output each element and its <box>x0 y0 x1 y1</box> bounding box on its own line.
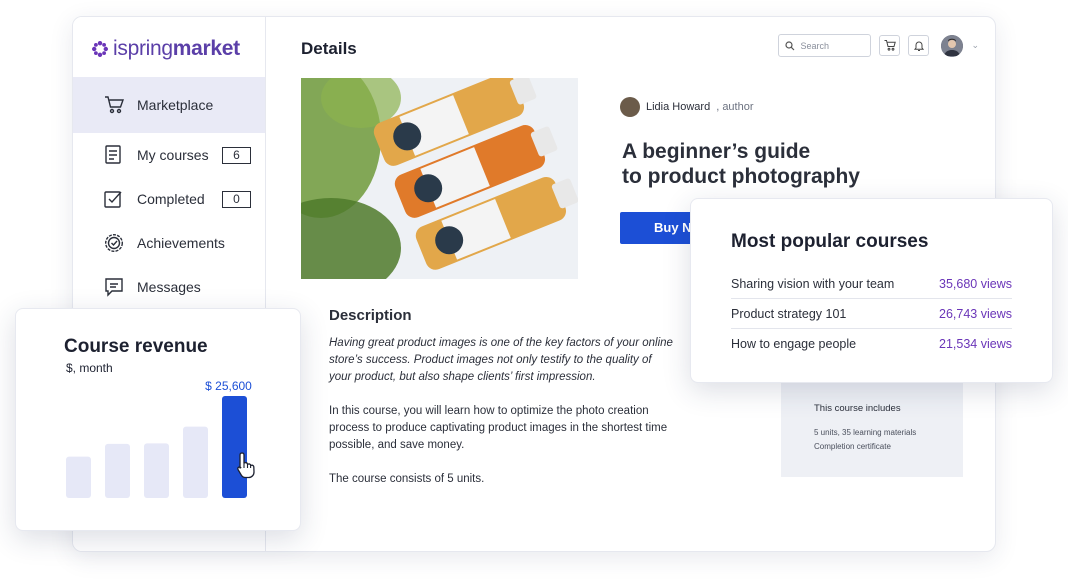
chart-bar[interactable] <box>105 443 130 498</box>
course-title: A beginner’s guide to product photograph… <box>622 140 860 188</box>
sidebar-item-label: Achievements <box>137 235 225 251</box>
list-item[interactable]: Product strategy 101 26,743 views <box>731 299 1012 329</box>
sidebar-item-my-courses[interactable]: My courses 6 <box>73 133 265 177</box>
message-icon <box>103 276 125 298</box>
sidebar-item-label: Completed <box>137 191 205 207</box>
sidebar-item-label: Marketplace <box>137 97 214 113</box>
list-item[interactable]: Sharing vision with your team 35,680 vie… <box>731 269 1012 299</box>
cart-button[interactable] <box>879 35 901 56</box>
sidebar-item-label: My courses <box>137 147 209 163</box>
description-heading: Description <box>329 307 412 324</box>
search-input[interactable]: Search <box>778 34 872 57</box>
course-name: Product strategy 101 <box>731 307 847 321</box>
sidebar-item-marketplace[interactable]: Marketplace <box>73 77 265 133</box>
chart-bar[interactable] <box>66 456 91 498</box>
list-item[interactable]: How to engage people 21,534 views <box>731 329 1012 359</box>
popular-courses-card: Most popular courses Sharing vision with… <box>690 198 1053 383</box>
page-title: Details <box>301 39 357 58</box>
sidebar-item-completed[interactable]: Completed 0 <box>73 177 265 221</box>
sidebar-nav: Marketplace My courses 6 Completed 0 Ach… <box>73 77 265 309</box>
revenue-bar-chart: $ 25,600 <box>66 379 255 498</box>
author-avatar <box>620 97 640 117</box>
flower-logo-icon <box>92 41 108 57</box>
highlighted-bar[interactable] <box>222 396 247 498</box>
cart-icon <box>884 40 896 51</box>
brand-name: ispringmarket <box>113 37 240 60</box>
course-views: 21,534 views <box>939 337 1012 351</box>
bell-icon <box>913 41 924 51</box>
description-paragraph: Having great product images is one of th… <box>329 337 673 383</box>
author-role: , author <box>716 101 754 113</box>
cart-icon <box>103 94 125 116</box>
chevron-down-icon[interactable]: ⌄ <box>971 40 979 51</box>
sidebar-item-achievements[interactable]: Achievements <box>73 221 265 265</box>
includes-line: 5 units, 35 learning materials <box>814 428 917 437</box>
includes-line: Completion certificate <box>814 442 891 451</box>
count-badge: 6 <box>222 146 251 164</box>
course-author: Lidia Howard , author <box>620 97 754 117</box>
course-revenue-card: Course revenue $, month $ 25,600 <box>15 308 301 531</box>
description-text: Having great product images is one of th… <box>329 335 674 505</box>
sidebar-item-messages[interactable]: Messages <box>73 265 265 309</box>
notifications-button[interactable] <box>908 35 930 56</box>
sidebar-item-label: Messages <box>137 279 201 295</box>
chart-bar[interactable] <box>144 443 169 498</box>
course-views: 35,680 views <box>939 277 1012 291</box>
description-paragraph: In this course, you will learn how to op… <box>329 405 668 451</box>
course-cover-image <box>301 78 578 279</box>
course-name: Sharing vision with your team <box>731 277 895 291</box>
badge-icon <box>103 232 125 254</box>
brand-logo[interactable]: ispringmarket <box>91 37 240 61</box>
checklist-icon <box>103 188 125 210</box>
search-placeholder: Search <box>800 40 829 51</box>
user-avatar[interactable] <box>941 34 964 57</box>
courses-icon <box>103 144 125 166</box>
includes-heading: This course includes <box>814 403 901 414</box>
chart-bar[interactable] <box>183 426 208 498</box>
course-views: 26,743 views <box>939 307 1012 321</box>
course-includes-panel: This course includes 5 units, 35 learnin… <box>781 383 963 477</box>
search-icon <box>785 40 795 50</box>
top-toolbar: Search ⌄ <box>778 34 979 57</box>
course-name: How to engage people <box>731 337 857 351</box>
count-badge: 0 <box>222 190 251 208</box>
bar-value-label: $ 25,600 <box>205 379 252 393</box>
author-name: Lidia Howard <box>646 101 711 113</box>
popular-courses-title: Most popular courses <box>731 231 929 252</box>
description-paragraph: The course consists of 5 units. <box>329 473 485 485</box>
